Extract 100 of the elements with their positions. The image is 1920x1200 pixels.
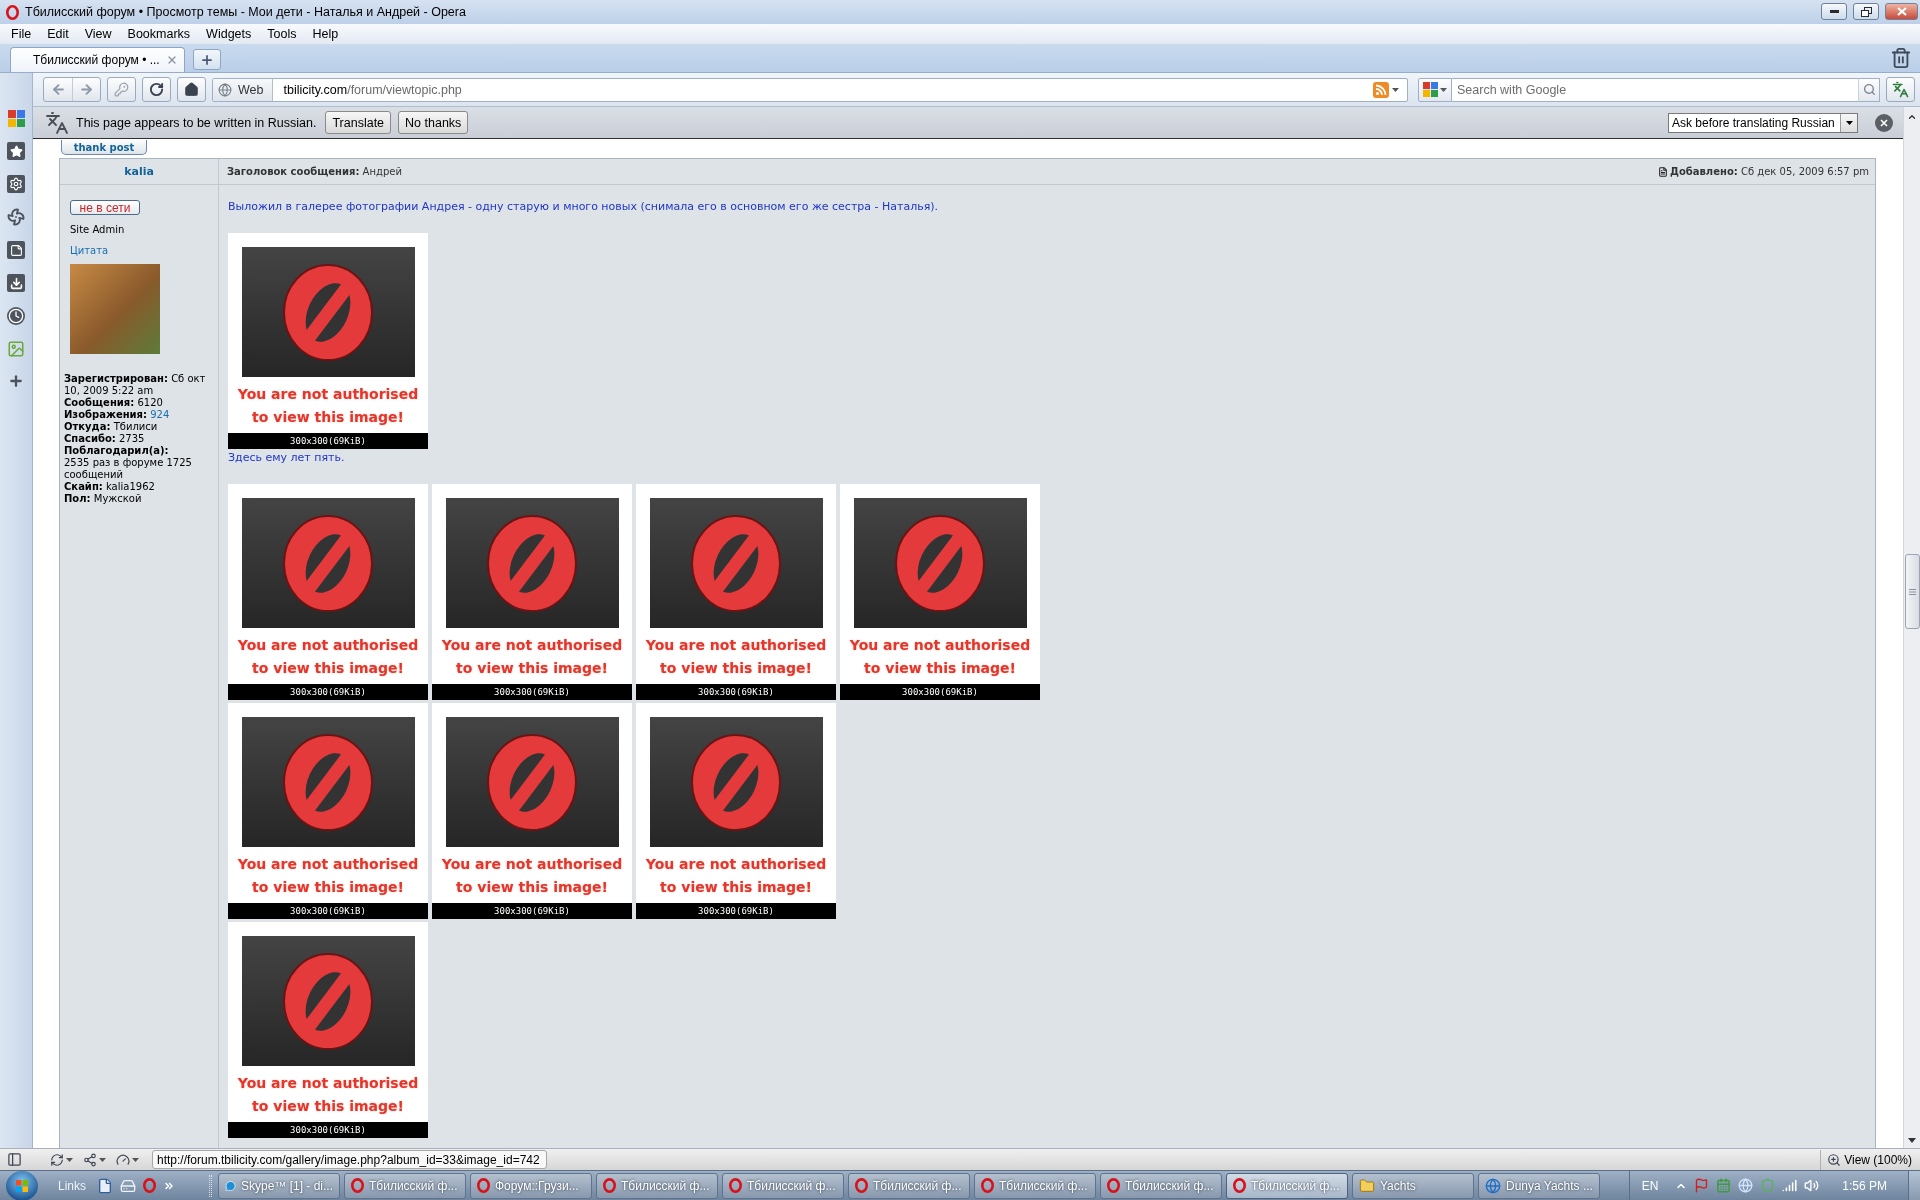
folder-icon [1359, 1177, 1375, 1194]
not-authorised-notice: You are not authorised to view this image! [440, 636, 624, 678]
fan-icon[interactable] [7, 208, 25, 226]
grip-icon [1908, 588, 1916, 595]
address-field[interactable]: Web tbilicity.com/forum/viewtopic.php [212, 77, 1408, 102]
minimize-button[interactable] [1821, 3, 1847, 20]
thank-post-button[interactable]: thank post [61, 140, 147, 155]
download-icon[interactable] [7, 274, 25, 292]
app-logo-icon [729, 1178, 742, 1193]
image-thumbnail[interactable]: You are not authorised to view this image! 300x300(69KiB) [432, 484, 632, 700]
search-engine-button[interactable] [1418, 77, 1452, 102]
speaker-icon[interactable] [1804, 1178, 1820, 1193]
menu-item[interactable]: Help [304, 24, 347, 44]
close-icon [1896, 7, 1907, 16]
start-orb-icon [6, 1170, 38, 1200]
note-icon[interactable] [7, 241, 25, 259]
rss-icon[interactable] [1373, 81, 1389, 98]
globe-icon [218, 82, 232, 97]
image-thumbnail[interactable]: You are not authorised to view this image! 300x300(69KiB) [432, 703, 632, 919]
image-thumbnail[interactable]: You are not authorised to view this image! 300x300(69KiB) [228, 233, 428, 449]
close-icon[interactable] [166, 54, 178, 66]
zoom-icon [1827, 1152, 1842, 1167]
new-tab-button[interactable] [193, 49, 221, 70]
close-icon[interactable] [1875, 113, 1893, 132]
menu-item[interactable]: File [3, 24, 40, 44]
globe-icon[interactable] [1738, 1178, 1754, 1193]
search-panel-icon[interactable] [7, 110, 25, 127]
menu-item[interactable]: Edit [39, 24, 77, 44]
profile-stat-label: Изображения: [64, 409, 147, 420]
key-icon [114, 82, 129, 97]
author-name: kalia [124, 165, 154, 178]
not-authorised-notice: You are not authorised to view this image! [236, 855, 420, 897]
show-desktop-button[interactable] [1908, 1170, 1920, 1200]
home-button[interactable] [177, 77, 206, 102]
prohibited-sign-icon [691, 733, 781, 831]
trash-icon[interactable] [1890, 47, 1912, 69]
menu-item[interactable]: Widgets [198, 24, 260, 44]
not-authorised-notice: You are not authorised to view this image! [236, 385, 420, 427]
translate-option-select[interactable]: Ask before translating Russian [1668, 112, 1858, 133]
gear-icon[interactable] [7, 175, 25, 193]
image-thumbnail[interactable]: You are not authorised to view this image! 300x300(69KiB) [228, 703, 428, 919]
minimize-icon [1829, 10, 1839, 13]
menu-item[interactable]: Tools [259, 24, 305, 44]
images-count-link[interactable]: 924 [150, 409, 170, 420]
app-logo-icon [981, 1178, 994, 1193]
search-button[interactable] [1858, 77, 1880, 102]
translate-button[interactable] [1886, 77, 1915, 102]
not-authorised-notice: You are not authorised to view this image! [236, 636, 420, 678]
plus-icon [200, 52, 214, 67]
image-size-caption: 300x300(69KiB) [636, 903, 836, 919]
panel-toggle-icon [7, 1152, 22, 1167]
vertical-scrollbar[interactable] [1903, 107, 1920, 1148]
caret-icon [99, 1157, 106, 1162]
forward-icon [79, 82, 94, 97]
post-text: Здесь ему лет пять. [228, 451, 345, 465]
drive-icon[interactable] [120, 1177, 136, 1194]
image-thumbnail[interactable]: You are not authorised to view this image! 300x300(69KiB) [636, 484, 836, 700]
prohibited-sign-icon [283, 952, 373, 1050]
prohibited-sign-icon [691, 514, 781, 612]
image-thumbnail[interactable]: You are not authorised to view this image! 300x300(69KiB) [228, 484, 428, 700]
image-size-caption: 300x300(69KiB) [840, 684, 1040, 700]
restore-button[interactable] [1853, 3, 1879, 20]
browser-tab[interactable]: Тбилисский форум • ... [10, 47, 185, 72]
translate-bar-button[interactable]: No thanks [398, 111, 469, 134]
site-info-button[interactable]: Web [213, 78, 274, 101]
caret-icon [66, 1157, 73, 1162]
image-size-caption: 300x300(69KiB) [228, 903, 428, 919]
clock-icon[interactable] [7, 307, 25, 325]
scroll-up-icon[interactable] [1907, 112, 1917, 122]
search-field[interactable]: Search with Google [1452, 77, 1858, 102]
links-toolbar-label: Links [58, 1178, 86, 1193]
app-logo-icon [351, 1178, 364, 1193]
menu-item[interactable]: Bookmarks [119, 24, 199, 44]
key-button[interactable] [107, 77, 136, 102]
zoom-button[interactable]: View (100%) [1820, 1149, 1916, 1170]
image-size-caption: 300x300(69KiB) [228, 433, 428, 449]
image-size-caption: 300x300(69KiB) [432, 903, 632, 919]
star-icon[interactable] [7, 142, 25, 160]
image-thumbnail[interactable]: You are not authorised to view this image! 300x300(69KiB) [636, 703, 836, 919]
signal-bars-icon[interactable] [1782, 1178, 1798, 1193]
translate-page-icon [45, 110, 69, 135]
profile-stat: Зарегистрирован: Сб окт 10, 2009 5:22 am [64, 373, 207, 397]
image-thumbnail[interactable]: You are not authorised to view this image! 300x300(69KiB) [228, 922, 428, 1138]
app-logo-icon [477, 1178, 490, 1193]
close-window-button[interactable] [1885, 3, 1918, 20]
scroll-down-icon[interactable] [1908, 1138, 1916, 1143]
plus-icon[interactable] [8, 373, 24, 389]
post-subject: Заголовок сообщения: Андрей [227, 166, 402, 177]
document-icon[interactable] [97, 1177, 113, 1194]
image-thumbnail[interactable]: You are not authorised to view this image! 300x300(69KiB) [840, 484, 1040, 700]
app-logo-icon [6, 4, 19, 20]
not-authorised-notice: You are not authorised to view this image! [848, 636, 1032, 678]
quote-link[interactable]: Цитата [70, 245, 109, 257]
translate-bar-button[interactable]: Translate [325, 111, 392, 134]
scrollbar-thumb[interactable] [1904, 554, 1920, 629]
menu-item[interactable]: View [76, 24, 120, 44]
not-authorised-notice: You are not authorised to view this image! [236, 1074, 420, 1116]
reload-button[interactable] [142, 77, 171, 102]
app-logo-icon [855, 1178, 868, 1193]
prohibited-sign-icon [487, 514, 577, 612]
